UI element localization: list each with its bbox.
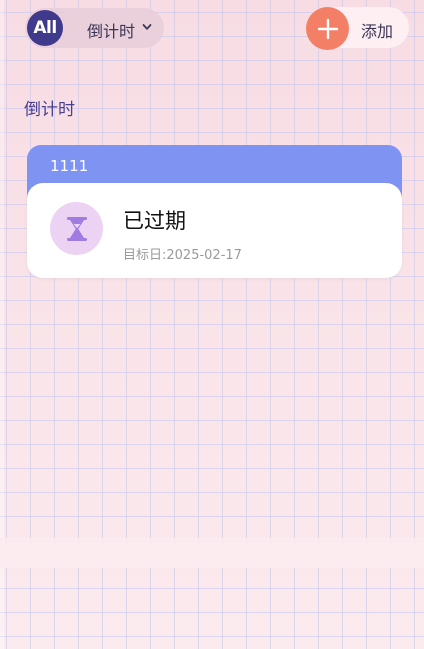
plus-icon (306, 7, 349, 50)
filter-label: 倒计时 (87, 22, 136, 41)
card-body: 已过期 目标日:2025-02-17 (27, 183, 402, 278)
add-button[interactable]: 添加 (306, 7, 409, 50)
countdown-card[interactable]: 1111 已过期 目标日:2025-02-17 (27, 145, 402, 278)
countdown-target-date: 目标日:2025-02-17 (123, 248, 242, 263)
bottom-band (0, 538, 424, 568)
hourglass-icon (50, 202, 103, 255)
countdown-name: 1111 (50, 157, 89, 175)
countdown-status: 已过期 (123, 209, 186, 233)
section-title: 倒计时 (24, 100, 75, 120)
chevron-down-icon (142, 24, 152, 30)
all-badge: All (27, 10, 63, 46)
filter-dropdown[interactable]: All 倒计时 (25, 8, 164, 48)
add-label: 添加 (361, 22, 394, 41)
